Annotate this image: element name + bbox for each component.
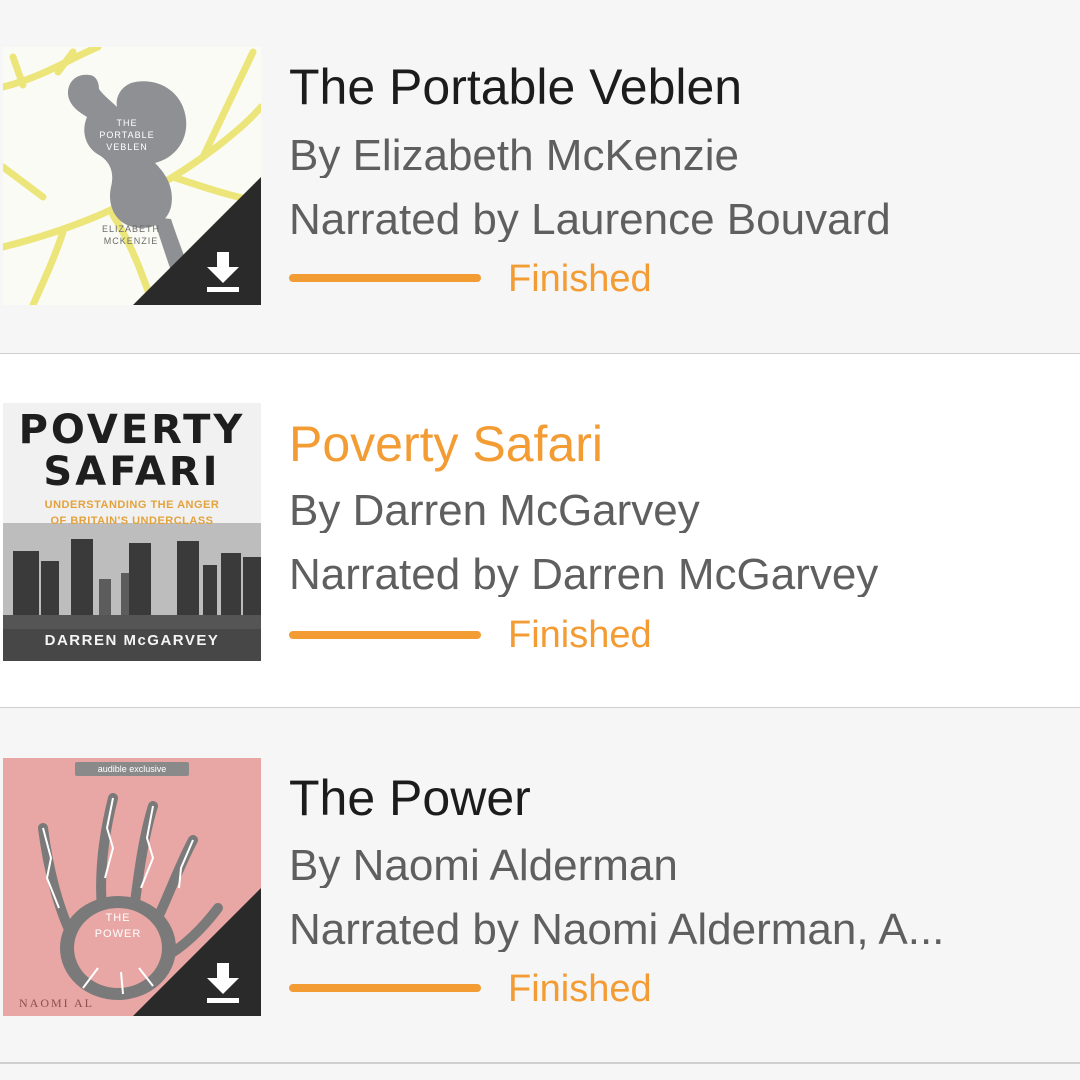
list-item-the-power[interactable]: audible exclusive THE POWER NAOMI AL The… [0,708,1080,1062]
row-divider [0,1062,1080,1064]
book-narrator: Narrated by Laurence Bouvard [289,198,891,242]
cover-title: POVERTY SAFARI [18,407,246,495]
status-label: Finished [508,968,652,1010]
book-narrator: Narrated by Naomi Alderman, A... [289,908,945,952]
cover-author: DARREN McGARVEY [44,632,220,649]
progress-bar [289,631,481,639]
cover-art-the-power[interactable]: audible exclusive THE POWER NAOMI AL [3,758,261,1016]
list-item-poverty-safari[interactable]: POVERTY SAFARI UNDERSTANDING THE ANGER O… [0,354,1080,708]
book-author: By Naomi Alderman [289,844,678,888]
cover-subtitle: UNDERSTANDING THE ANGER OF BRITAIN'S UND… [44,499,220,527]
cover-illustration [3,758,261,1016]
book-author: By Elizabeth McKenzie [289,134,739,178]
cover-art-poverty-safari[interactable]: POVERTY SAFARI UNDERSTANDING THE ANGER O… [3,403,261,661]
cover-title: THE POWER [94,912,142,940]
book-title[interactable]: The Power [289,773,531,823]
cover-badge: audible exclusive [97,764,167,774]
cover-title: THE PORTABLE VEBLEN [99,118,155,152]
book-narrator: Narrated by Darren McGarvey [289,553,879,597]
library-list: THE PORTABLE VEBLEN ELIZABETH MCKENZIE T… [0,0,1080,1080]
list-item-the-portable-veblen[interactable]: THE PORTABLE VEBLEN ELIZABETH MCKENZIE T… [0,0,1080,354]
progress-bar [289,274,481,282]
cover-author: NAOMI AL [19,996,94,1010]
book-title[interactable]: The Portable Veblen [289,62,742,112]
book-title[interactable]: Poverty Safari [289,419,603,469]
cover-art-the-portable-veblen[interactable]: THE PORTABLE VEBLEN ELIZABETH MCKENZIE [3,47,261,305]
progress-bar [289,984,481,992]
cover-author: ELIZABETH MCKENZIE [101,224,160,246]
book-author: By Darren McGarvey [289,489,700,533]
cover-illustration [3,47,261,305]
status-label: Finished [508,614,652,656]
status-label: Finished [508,258,652,300]
